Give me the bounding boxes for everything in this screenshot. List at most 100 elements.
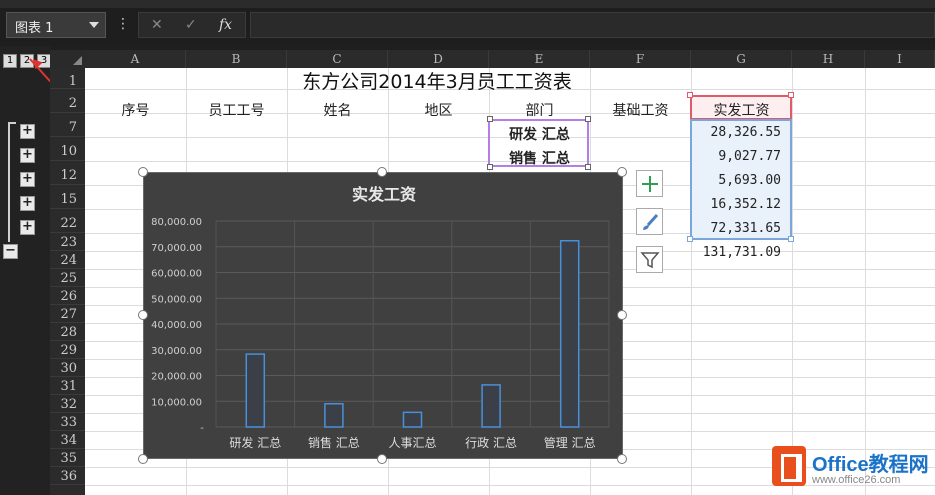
chart-bar[interactable] xyxy=(559,239,580,428)
chevron-down-icon[interactable] xyxy=(89,22,99,28)
row-header[interactable]: 35 xyxy=(50,449,85,467)
range-handle[interactable] xyxy=(687,236,693,242)
chart-bar[interactable] xyxy=(245,353,266,428)
row-header[interactable]: 24 xyxy=(50,251,85,269)
expand-group-button[interactable]: + xyxy=(20,124,35,139)
row-header[interactable]: 1 xyxy=(50,68,85,89)
header-cell-e[interactable]: 部门 xyxy=(489,100,590,120)
chart-filters-button[interactable] xyxy=(636,246,663,273)
formula-bar: 图表 1 ⋮ ✕ ✓ fx xyxy=(0,8,935,46)
dept-summary-cell[interactable]: 研发 汇总 xyxy=(489,124,590,144)
row-header[interactable]: 10 xyxy=(50,137,85,161)
select-all-button[interactable] xyxy=(50,50,85,68)
dept-summary-cell[interactable]: 销售 汇总 xyxy=(489,148,590,168)
row-header[interactable]: 23 xyxy=(50,233,85,251)
header-cell-a[interactable]: 序号 xyxy=(85,100,186,120)
header-cell-d[interactable]: 地区 xyxy=(388,100,489,120)
row-header[interactable]: 28 xyxy=(50,323,85,341)
header-cell-b[interactable]: 员工工号 xyxy=(186,100,287,120)
column-header-c[interactable]: C xyxy=(287,50,388,68)
row-header[interactable]: 32 xyxy=(50,395,85,413)
row-header[interactable]: 25 xyxy=(50,269,85,287)
name-box[interactable]: 图表 1 xyxy=(6,12,106,38)
x-category-label: 销售 汇总 xyxy=(308,435,360,450)
chart-styles-button[interactable] xyxy=(636,208,663,235)
more-options-icon[interactable]: ⋮ xyxy=(116,16,130,32)
header-cell-g[interactable]: 实发工资 xyxy=(691,100,792,120)
chart-resize-handle[interactable] xyxy=(377,167,387,177)
salary-cell[interactable]: 16,352.12 xyxy=(691,197,781,212)
x-category-label: 人事汇总 xyxy=(388,436,436,450)
salary-cell[interactable]: 9,027.77 xyxy=(691,149,781,164)
formula-input[interactable] xyxy=(250,12,935,38)
row-header[interactable]: 12 xyxy=(50,161,85,185)
row-header[interactable]: 33 xyxy=(50,413,85,431)
salary-total-cell[interactable]: 131,731.09 xyxy=(691,245,781,260)
chart-bar[interactable] xyxy=(324,403,344,428)
chart-bar[interactable] xyxy=(402,411,423,428)
column-header-d[interactable]: D xyxy=(388,50,489,68)
range-handle[interactable] xyxy=(788,92,794,98)
column-header-f[interactable]: F xyxy=(590,50,691,68)
range-handle[interactable] xyxy=(585,164,591,170)
expand-group-button[interactable]: + xyxy=(20,172,35,187)
column-header-b[interactable]: B xyxy=(186,50,287,68)
insert-function-icon[interactable]: fx xyxy=(219,17,232,33)
header-cell-f[interactable]: 基础工资 xyxy=(590,100,691,120)
formula-buttons: ✕ ✓ fx xyxy=(138,12,246,38)
row-header[interactable]: 34 xyxy=(50,431,85,449)
row-header[interactable]: 31 xyxy=(50,377,85,395)
row-header[interactable]: 29 xyxy=(50,341,85,359)
row-header[interactable]: 22 xyxy=(50,209,85,233)
expand-group-button[interactable]: + xyxy=(20,220,35,235)
column-header-i[interactable]: I xyxy=(865,50,935,68)
row-header[interactable]: 36 xyxy=(50,467,85,485)
salary-cell[interactable]: 5,693.00 xyxy=(691,173,781,188)
chart-resize-handle[interactable] xyxy=(138,310,148,320)
expand-group-button[interactable]: + xyxy=(20,148,35,163)
chart-resize-handle[interactable] xyxy=(138,167,148,177)
collapse-group-button[interactable]: − xyxy=(3,244,18,259)
y-tick-label: 50,000.00 xyxy=(151,294,202,305)
chart-resize-handle[interactable] xyxy=(617,454,627,464)
chart-resize-handle[interactable] xyxy=(617,310,627,320)
y-tick-label: 80,000.00 xyxy=(151,217,202,228)
row-header[interactable]: 15 xyxy=(50,185,85,209)
range-handle[interactable] xyxy=(487,164,493,170)
name-box-value: 图表 1 xyxy=(15,21,54,36)
cancel-icon[interactable]: ✕ xyxy=(151,17,163,33)
row-header[interactable]: 27 xyxy=(50,305,85,323)
row-header[interactable]: 2 xyxy=(50,89,85,113)
row-headers: 1 2 7 10 12 15 22 23 24 25 26 27 28 29 30 31 32 33 34 35 36 xyxy=(50,68,85,495)
salary-cell[interactable]: 72,331.65 xyxy=(691,221,781,236)
y-tick-label: 60,000.00 xyxy=(151,269,202,280)
office-logo-icon xyxy=(772,446,806,486)
salary-chart[interactable]: 实发工资 -10,000.00 20,000.00 30,000.00 40,000.… xyxy=(143,172,623,459)
y-tick-label: 30,000.00 xyxy=(151,346,202,357)
outline-level-1[interactable]: 1 xyxy=(3,54,17,68)
salary-cell[interactable]: 28,326.55 xyxy=(691,125,781,140)
row-header[interactable]: 26 xyxy=(50,287,85,305)
range-handle[interactable] xyxy=(788,236,794,242)
range-handle[interactable] xyxy=(585,116,591,122)
logo-name: Office教程网 xyxy=(812,454,929,476)
header-cell-c[interactable]: 姓名 xyxy=(287,100,388,120)
filter-icon xyxy=(639,251,660,268)
range-handle[interactable] xyxy=(687,92,693,98)
column-header-g[interactable]: G xyxy=(691,50,792,68)
logo-url: www.office26.com xyxy=(812,474,901,486)
row-header[interactable]: 30 xyxy=(50,359,85,377)
chart-bar[interactable] xyxy=(481,384,501,428)
confirm-icon[interactable]: ✓ xyxy=(185,17,197,33)
expand-group-button[interactable]: + xyxy=(20,196,35,211)
column-header-h[interactable]: H xyxy=(792,50,865,68)
chart-elements-button[interactable] xyxy=(636,170,663,197)
range-handle[interactable] xyxy=(487,116,493,122)
chart-resize-handle[interactable] xyxy=(617,167,627,177)
chart-resize-handle[interactable] xyxy=(377,454,387,464)
row-header[interactable]: 7 xyxy=(50,113,85,137)
sheet-title[interactable]: 东方公司2014年3月员工工资表 xyxy=(185,69,689,95)
chart-resize-handle[interactable] xyxy=(138,454,148,464)
column-header-e[interactable]: E xyxy=(489,50,590,68)
column-header-a[interactable]: A xyxy=(85,50,186,68)
